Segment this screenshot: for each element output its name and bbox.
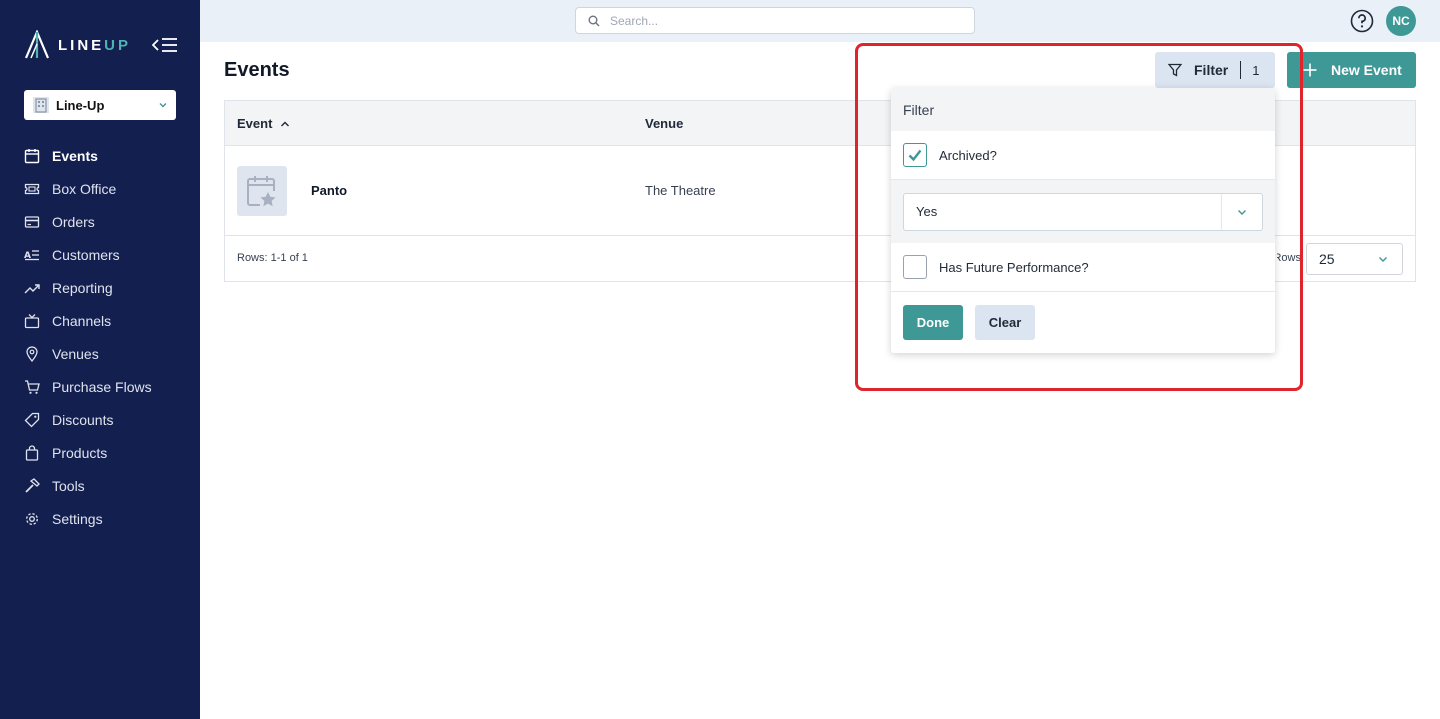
- search-input[interactable]: [610, 13, 960, 28]
- sidebar-item-label: Events: [52, 147, 98, 164]
- organization-select[interactable]: Line-Up: [24, 90, 176, 120]
- trend-chart-icon: [24, 283, 40, 293]
- chevron-down-icon: [1379, 257, 1387, 262]
- sidebar-item-customers[interactable]: A Customers: [0, 238, 200, 271]
- column-header-event[interactable]: Event: [237, 101, 290, 146]
- filter-actions: Done Clear: [891, 292, 1275, 352]
- future-performance-label: Has Future Performance?: [939, 259, 1089, 275]
- sidebar-item-discounts[interactable]: Discounts: [0, 403, 200, 436]
- select-divider: [1221, 193, 1222, 230]
- gear-icon: [26, 512, 38, 525]
- plus-icon: [1303, 63, 1317, 77]
- credit-card-icon: [24, 215, 40, 228]
- collapse-sidebar-button[interactable]: [151, 36, 178, 54]
- hammer-icon: [25, 477, 40, 493]
- checkmark-icon: [908, 149, 922, 162]
- sidebar-item-venues[interactable]: Venues: [0, 337, 200, 370]
- sidebar-item-purchase-flows[interactable]: Purchase Flows: [0, 370, 200, 403]
- rows-per-page-select[interactable]: 25: [1306, 243, 1403, 275]
- collapse-menu-icon: [151, 38, 177, 52]
- building-icon: [33, 97, 49, 113]
- sidebar-item-label: Products: [52, 444, 108, 461]
- sidebar-item-reporting[interactable]: Reporting: [0, 271, 200, 304]
- help-button[interactable]: [1350, 9, 1374, 33]
- rows-per-page-label: Rows:: [1277, 252, 1301, 264]
- sidebar-item-label: Box Office: [52, 180, 117, 197]
- customer-list-icon: A: [24, 249, 39, 261]
- search-box[interactable]: [575, 7, 975, 34]
- event-thumbnail: [237, 166, 287, 216]
- archived-value: Yes: [916, 204, 938, 219]
- clear-button[interactable]: Clear: [975, 304, 1035, 340]
- rows-info: Rows: 1-1 of 1: [237, 252, 308, 264]
- lineup-logo[interactable]: LINEUP: [24, 30, 131, 60]
- new-event-button[interactable]: New Event: [1287, 52, 1416, 88]
- sidebar-nav: Events Box Office Orders A Customers Rep…: [0, 139, 200, 535]
- organization-name: Line-Up: [56, 97, 105, 113]
- shopping-bag-icon: [25, 444, 39, 461]
- filter-panel-title: Filter: [891, 88, 1275, 131]
- logo-text: LINEUP: [58, 36, 132, 54]
- sidebar-item-label: Discounts: [52, 411, 114, 428]
- search-icon: [588, 15, 600, 26]
- archived-value-select[interactable]: Yes: [903, 192, 1263, 231]
- cart-icon: [25, 379, 40, 394]
- sidebar-item-label: Customers: [52, 246, 120, 263]
- sidebar-item-orders[interactable]: Orders: [0, 205, 200, 238]
- sidebar-item-events[interactable]: Events: [0, 139, 200, 172]
- future-performance-checkbox[interactable]: [903, 255, 927, 279]
- filter-count-badge: 1: [1252, 62, 1260, 78]
- sidebar-item-label: Orders: [52, 213, 95, 230]
- filter-button[interactable]: Filter 1: [1155, 52, 1275, 88]
- sidebar-item-channels[interactable]: Channels: [0, 304, 200, 337]
- sidebar-item-tools[interactable]: Tools: [0, 469, 200, 502]
- top-bar: NC: [200, 0, 1440, 42]
- filter-button-label: Filter: [1194, 62, 1229, 78]
- map-pin-icon: [26, 345, 38, 362]
- chevron-down-icon: [1238, 209, 1246, 215]
- rows-per-page-value: 25: [1319, 251, 1335, 267]
- sidebar-item-label: Purchase Flows: [52, 378, 152, 395]
- archived-filter-row: Archived?: [891, 131, 1275, 180]
- sidebar-item-label: Channels: [52, 312, 112, 329]
- calendar-icon: [24, 148, 40, 163]
- future-performance-filter-row: Has Future Performance?: [891, 243, 1275, 292]
- sort-ascending-icon: [281, 121, 290, 126]
- filter-panel: Filter Archived? Yes Has Future Performa…: [891, 88, 1275, 353]
- sidebar-item-settings[interactable]: Settings: [0, 502, 200, 535]
- sidebar-item-label: Reporting: [52, 279, 113, 296]
- column-header-venue: Venue: [645, 101, 683, 146]
- user-avatar[interactable]: NC: [1386, 6, 1416, 36]
- tv-icon: [24, 313, 40, 328]
- sidebar-item-label: Settings: [52, 510, 103, 527]
- event-name[interactable]: Panto: [311, 183, 347, 198]
- sidebar-item-products[interactable]: Products: [0, 436, 200, 469]
- event-venue: The Theatre: [645, 183, 716, 198]
- new-event-label: New Event: [1331, 62, 1402, 78]
- sidebar-item-label: Venues: [52, 345, 99, 362]
- chevron-down-icon: [159, 103, 167, 108]
- archived-label: Archived?: [939, 147, 997, 163]
- sidebar: LINEUP Line-Up Events Box Office Orders …: [0, 0, 200, 719]
- filter-icon: [1168, 63, 1182, 77]
- help-icon: [1350, 9, 1374, 33]
- calendar-star-icon: [247, 176, 278, 208]
- ticket-icon: [24, 183, 40, 194]
- column-header-label: Venue: [645, 116, 684, 131]
- archived-checkbox[interactable]: [903, 143, 927, 167]
- archived-value-row: Yes: [891, 180, 1275, 243]
- sidebar-item-label: Tools: [52, 477, 85, 494]
- tag-icon: [24, 412, 40, 427]
- sidebar-item-box-office[interactable]: Box Office: [0, 172, 200, 205]
- done-button[interactable]: Done: [903, 304, 963, 340]
- lineup-logo-mark-icon: [24, 30, 50, 59]
- filter-button-divider: [1240, 61, 1242, 79]
- column-header-label: Event: [237, 116, 273, 131]
- page-title: Events: [224, 59, 290, 81]
